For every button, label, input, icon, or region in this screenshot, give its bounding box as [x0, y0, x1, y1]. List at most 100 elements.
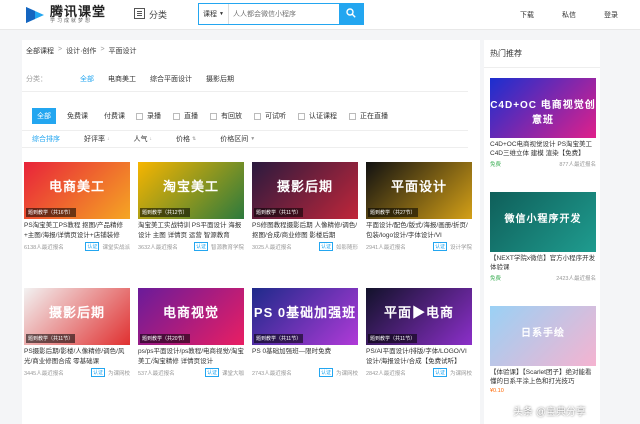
recommend-card[interactable]: 微信小程序开发 【NEXT学院x微信】官方小程序开发体验课 免费 2423人最近…: [490, 192, 596, 282]
course-thumbnail[interactable]: 淘宝美工 题到教学（共12节）: [138, 162, 244, 219]
recommend-card[interactable]: 日系手绘 【体验课】【Scarlet团子】绝对能看懂的日系平涂上色和打光技巧 ¥…: [490, 306, 596, 394]
search-button[interactable]: [339, 4, 363, 24]
pill-paid[interactable]: 付费课: [99, 108, 130, 124]
course-thumbnail[interactable]: 平面▶电商 题到教学（共11节）: [366, 288, 472, 345]
course-card[interactable]: 淘宝美工 题到教学（共12节） 淘宝美工实战特训 PS平面设计 海报设计 主图 …: [138, 162, 244, 251]
logo[interactable]: 腾讯课堂 学习成就梦想: [24, 5, 106, 25]
logo-title: 腾讯课堂: [50, 4, 107, 19]
course-title[interactable]: PS 0基础加强班—限时免费: [252, 347, 358, 367]
lesson-count-tag: 题到教学（共11节）: [254, 208, 304, 217]
course-title[interactable]: PS/AI平面设计/排版/字体/LOGO/VI设计/海报设计/合成【免费试听】: [366, 347, 472, 367]
org-name[interactable]: 课堂大咖: [222, 369, 244, 377]
course-title[interactable]: 淘宝美工实战特训 PS平面设计 海报设计 主图 详情页 运营 智源教育: [138, 221, 244, 241]
checkbox-certified[interactable]: 认证课程: [298, 111, 337, 121]
checkbox-live-now[interactable]: 正在直播: [349, 111, 388, 121]
sort-popularity[interactable]: 人气 ↓: [134, 134, 153, 144]
recommend-thumbnail[interactable]: 日系手绘: [490, 306, 596, 366]
verified-badge: 认证: [432, 242, 447, 251]
logo-icon: [24, 5, 46, 25]
course-card[interactable]: 摄影后期 题到教学（共11节） PS修图教程摄影后期 人像精修/调色/抠图/合成…: [252, 162, 358, 251]
org-name[interactable]: 如影随形: [336, 243, 358, 251]
thumbnail-text: 摄影后期: [276, 179, 333, 194]
verified-badge: 认证: [204, 368, 219, 377]
course-thumbnail[interactable]: 摄影后期 题到教学（共11节）: [252, 162, 358, 219]
recommend-count: 877人最近报名: [559, 162, 596, 168]
lesson-count-tag: 题到教学（共12节）: [140, 208, 190, 217]
checkbox-recorded[interactable]: 录播: [136, 111, 161, 121]
course-card[interactable]: 平面设计 题到教学（共27节） 平面设计/配色/版式/海报/画册/折页/包装/l…: [366, 162, 472, 251]
org-name[interactable]: 为课网校: [450, 369, 472, 377]
course-title[interactable]: PS摄影后期/影楼/人像精修/调色/风光/商业修图合成 零基础课: [24, 347, 130, 367]
pill-all[interactable]: 全部: [32, 108, 56, 124]
course-thumbnail[interactable]: 平面设计 题到教学（共27节）: [366, 162, 472, 219]
enroll-count: 6138人最近报名: [24, 244, 64, 251]
arrow-down-icon: ↓: [107, 136, 110, 142]
org-name[interactable]: 设计学院: [450, 243, 472, 251]
category-option[interactable]: 摄影后期: [206, 74, 234, 84]
course-card[interactable]: 摄影后期 题到教学（共11节） PS摄影后期/影楼/人像精修/调色/风光/商业修…: [24, 288, 130, 377]
checkbox-live[interactable]: 直播: [173, 111, 198, 121]
recommend-title[interactable]: C4D+OC电商视觉设计 PS淘宝美工 C4D三维立体 建模 渲染【免费】: [490, 140, 596, 158]
category-filter: 分类： 全部 电商美工 综合平面设计 摄影后期: [22, 66, 468, 92]
breadcrumb-item[interactable]: 全部课程: [26, 46, 54, 56]
recommend-card[interactable]: C4D+OC 电商视觉创意班 C4D+OC电商视觉设计 PS淘宝美工 C4D三维…: [490, 78, 596, 168]
breadcrumb: 全部课程 > 设计·创作 > 平面设计: [26, 46, 137, 56]
course-thumbnail[interactable]: PS 0基础加强班 题到教学（共11节）: [252, 288, 358, 345]
course-card[interactable]: 电商美工 题到教学（共16节） PS淘宝美工PS教程 抠图/产品精修+主图/海报…: [24, 162, 130, 251]
logo-subtitle: 学习成就梦想: [50, 18, 93, 24]
org-name[interactable]: 为课网校: [108, 369, 130, 377]
sort-default[interactable]: 综合排序: [32, 134, 60, 144]
category-option[interactable]: 全部: [80, 74, 94, 84]
course-card[interactable]: 电商视觉 题到教学（共20节） ps/ps平面设计/ps教程/电商视觉/淘宝美工…: [138, 288, 244, 377]
sort-price[interactable]: 价格 ⇅: [176, 134, 196, 144]
recommend-thumbnail[interactable]: 微信小程序开发: [490, 192, 596, 252]
sort-rating[interactable]: 好评率 ↓: [84, 134, 110, 144]
org-name[interactable]: 智源教育学院: [211, 243, 244, 251]
category-label: 分类: [149, 10, 168, 20]
recommend-title[interactable]: 【体验课】【Scarlet团子】绝对能看懂的日系平涂上色和打光技巧: [490, 368, 596, 386]
lesson-count-tag: 题到教学（共11节）: [26, 334, 76, 343]
lesson-count-tag: 题到教学（共16节）: [26, 208, 76, 217]
category-option[interactable]: 综合平面设计: [150, 74, 192, 84]
org-name[interactable]: 为课网校: [336, 369, 358, 377]
recommend-price: ¥0.10: [490, 388, 504, 394]
sidebar-title: 热门推荐: [484, 40, 600, 68]
thumbnail-text: PS 0基础加强班: [253, 305, 357, 320]
thumbnail-text: C4D+OC 电商视觉创意班: [490, 100, 596, 126]
course-thumbnail[interactable]: 摄影后期 题到教学（共11节）: [24, 288, 130, 345]
checkbox-replay[interactable]: 有回放: [210, 111, 242, 121]
chevron-down-icon: ▼: [250, 136, 256, 142]
course-title[interactable]: PS修图教程摄影后期 人像精修/调色/抠图/合成/商业修图 影楼后期: [252, 221, 358, 241]
recommend-thumbnail[interactable]: C4D+OC 电商视觉创意班: [490, 78, 596, 138]
enroll-count: 2842人最近报名: [366, 370, 406, 377]
enroll-count: 537人最近报名: [138, 370, 175, 377]
search-input[interactable]: [229, 4, 339, 24]
search-type-select[interactable]: 课程 ▼: [199, 4, 229, 24]
enroll-count: 2743人最近报名: [252, 370, 292, 377]
course-card[interactable]: PS 0基础加强班 题到教学（共11节） PS 0基础加强班—限时免费 2743…: [252, 288, 358, 377]
messages-link[interactable]: 私信: [562, 10, 576, 20]
org-name[interactable]: 课堂实战派: [102, 243, 130, 251]
breadcrumb-item[interactable]: 平面设计: [109, 46, 137, 56]
verified-badge: 认证: [318, 242, 333, 251]
breadcrumb-item[interactable]: 设计·创作: [66, 46, 96, 56]
search-bar: 课程 ▼: [198, 3, 364, 25]
download-link[interactable]: 下载: [520, 10, 534, 20]
watermark: 头条 @宝典分享: [513, 407, 586, 418]
course-thumbnail[interactable]: 电商美工 题到教学（共16节）: [24, 162, 130, 219]
course-title[interactable]: 平面设计/配色/版式/海报/画册/折页/包装/logo设计/字体设计/VI: [366, 221, 472, 241]
login-link[interactable]: 登录: [604, 10, 618, 20]
lesson-count-tag: 题到教学（共20节）: [140, 334, 190, 343]
enroll-count: 2941人最近报名: [366, 244, 406, 251]
course-title[interactable]: ps/ps平面设计/ps教程/电商视觉/淘宝美工/淘宝精修 详情页设计: [138, 347, 244, 367]
pill-free[interactable]: 免费课: [62, 108, 93, 124]
category-menu-button[interactable]: 分类: [134, 8, 167, 21]
checkbox-trial[interactable]: 可试听: [254, 111, 286, 121]
price-range-select[interactable]: 价格区间 ▼: [220, 134, 255, 144]
category-option[interactable]: 电商美工: [108, 74, 136, 84]
course-card[interactable]: 平面▶电商 题到教学（共11节） PS/AI平面设计/排版/字体/LOGO/VI…: [366, 288, 472, 377]
recommend-title[interactable]: 【NEXT学院x微信】官方小程序开发体验课: [490, 254, 596, 272]
enroll-count: 3025人最近报名: [252, 244, 292, 251]
course-thumbnail[interactable]: 电商视觉 题到教学（共20节）: [138, 288, 244, 345]
course-title[interactable]: PS淘宝美工PS教程 抠图/产品精修+主图/海报/详情页设计+店铺装修: [24, 221, 130, 241]
